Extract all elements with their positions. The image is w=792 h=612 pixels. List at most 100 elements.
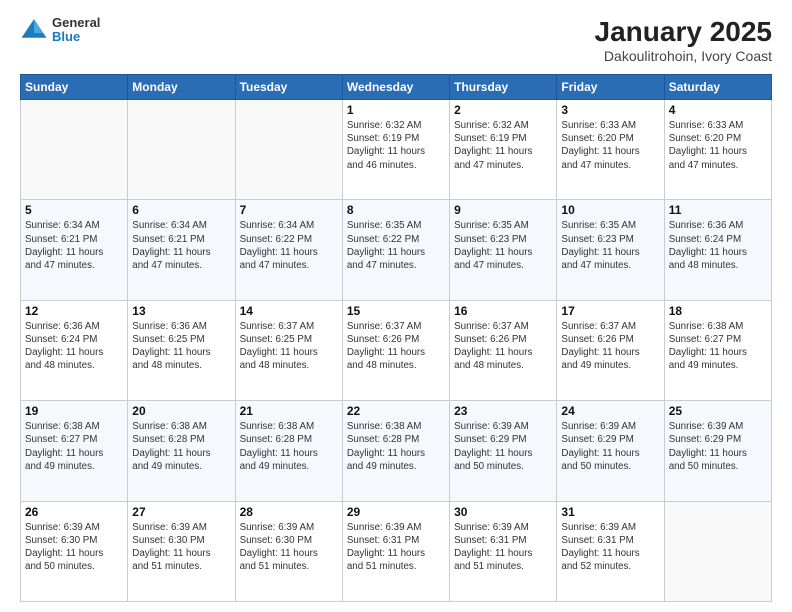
calendar-cell: 10Sunrise: 6:35 AMSunset: 6:23 PMDayligh… (557, 200, 664, 300)
day-number: 12 (25, 304, 123, 318)
calendar-cell (128, 100, 235, 200)
day-number: 10 (561, 203, 659, 217)
day-number: 20 (132, 404, 230, 418)
day-number: 29 (347, 505, 445, 519)
day-number: 17 (561, 304, 659, 318)
day-info: Sunrise: 6:33 AMSunset: 6:20 PMDaylight:… (669, 119, 767, 172)
calendar-week-3: 12 Sunrise: 6:36 AMSunset: 6:24 PMDayligh… (21, 300, 772, 400)
day-info: Sunrise: 6:37 AMSunset: 6:26 PMDaylight:… (347, 320, 445, 373)
calendar-cell (21, 100, 128, 200)
day-info: Sunrise: 6:39 AMSunset: 6:30 PMDaylight:… (25, 521, 123, 574)
weekday-header-monday: Monday (128, 75, 235, 100)
day-number: 2 (454, 103, 552, 117)
day-number: 24 (561, 404, 659, 418)
day-number: 27 (132, 505, 230, 519)
calendar-cell: 29 Sunrise: 6:39 AMSunset: 6:31 PMDayligh… (342, 501, 449, 601)
day-number: 3 (561, 103, 659, 117)
day-info: Sunrise: 6:39 AMSunset: 6:29 PMDaylight:… (669, 420, 767, 473)
calendar-cell: 7Sunrise: 6:34 AMSunset: 6:22 PMDaylight… (235, 200, 342, 300)
day-number: 9 (454, 203, 552, 217)
weekday-header-sunday: Sunday (21, 75, 128, 100)
logo-icon (20, 16, 48, 44)
calendar-cell: 11 Sunrise: 6:36 AMSunset: 6:24 PMDayligh… (664, 200, 771, 300)
day-info: Sunrise: 6:38 AMSunset: 6:27 PMDaylight:… (25, 420, 123, 473)
calendar-cell: 20 Sunrise: 6:38 AMSunset: 6:28 PMDayligh… (128, 401, 235, 501)
calendar-cell: 2 Sunrise: 6:32 AMSunset: 6:19 PMDaylight… (450, 100, 557, 200)
logo-general: General (52, 16, 100, 30)
day-number: 6 (132, 203, 230, 217)
logo-blue: Blue (52, 30, 100, 44)
calendar-cell: 24 Sunrise: 6:39 AMSunset: 6:29 PMDayligh… (557, 401, 664, 501)
day-info: Sunrise: 6:34 AMSunset: 6:21 PMDaylight:… (25, 219, 123, 272)
day-number: 19 (25, 404, 123, 418)
day-number: 13 (132, 304, 230, 318)
calendar-body: 1Sunrise: 6:32 AMSunset: 6:19 PMDaylight… (21, 100, 772, 602)
day-number: 21 (240, 404, 338, 418)
month-title: January 2025 (595, 16, 772, 48)
day-info: Sunrise: 6:38 AMSunset: 6:28 PMDaylight:… (347, 420, 445, 473)
calendar-cell: 31 Sunrise: 6:39 AMSunset: 6:31 PMDayligh… (557, 501, 664, 601)
day-info: Sunrise: 6:32 AMSunset: 6:19 PMDaylight:… (454, 119, 552, 172)
calendar-cell: 30 Sunrise: 6:39 AMSunset: 6:31 PMDayligh… (450, 501, 557, 601)
calendar-cell: 5 Sunrise: 6:34 AMSunset: 6:21 PMDaylight… (21, 200, 128, 300)
day-info: Sunrise: 6:38 AMSunset: 6:28 PMDaylight:… (132, 420, 230, 473)
calendar-cell: 17Sunrise: 6:37 AMSunset: 6:26 PMDayligh… (557, 300, 664, 400)
day-number: 30 (454, 505, 552, 519)
calendar-week-2: 5 Sunrise: 6:34 AMSunset: 6:21 PMDaylight… (21, 200, 772, 300)
day-number: 5 (25, 203, 123, 217)
title-block: January 2025 Dakoulitrohoin, Ivory Coast (595, 16, 772, 64)
calendar-cell: 4 Sunrise: 6:33 AMSunset: 6:20 PMDaylight… (664, 100, 771, 200)
day-info: Sunrise: 6:39 AMSunset: 6:31 PMDaylight:… (454, 521, 552, 574)
calendar-week-1: 1Sunrise: 6:32 AMSunset: 6:19 PMDaylight… (21, 100, 772, 200)
calendar-cell: 23Sunrise: 6:39 AMSunset: 6:29 PMDayligh… (450, 401, 557, 501)
day-info: Sunrise: 6:39 AMSunset: 6:29 PMDaylight:… (454, 420, 552, 473)
day-info: Sunrise: 6:37 AMSunset: 6:25 PMDaylight:… (240, 320, 338, 373)
day-number: 4 (669, 103, 767, 117)
calendar-week-5: 26 Sunrise: 6:39 AMSunset: 6:30 PMDayligh… (21, 501, 772, 601)
page: General Blue January 2025 Dakoulitrohoin… (0, 0, 792, 612)
header: General Blue January 2025 Dakoulitrohoin… (20, 16, 772, 64)
day-info: Sunrise: 6:39 AMSunset: 6:29 PMDaylight:… (561, 420, 659, 473)
weekday-row: SundayMondayTuesdayWednesdayThursdayFrid… (21, 75, 772, 100)
calendar-cell (664, 501, 771, 601)
day-number: 22 (347, 404, 445, 418)
day-info: Sunrise: 6:39 AMSunset: 6:31 PMDaylight:… (561, 521, 659, 574)
calendar-cell: 25Sunrise: 6:39 AMSunset: 6:29 PMDayligh… (664, 401, 771, 501)
day-info: Sunrise: 6:35 AMSunset: 6:22 PMDaylight:… (347, 219, 445, 272)
day-number: 15 (347, 304, 445, 318)
day-number: 31 (561, 505, 659, 519)
day-info: Sunrise: 6:34 AMSunset: 6:21 PMDaylight:… (132, 219, 230, 272)
location-title: Dakoulitrohoin, Ivory Coast (595, 48, 772, 64)
day-number: 18 (669, 304, 767, 318)
calendar-cell: 16Sunrise: 6:37 AMSunset: 6:26 PMDayligh… (450, 300, 557, 400)
day-info: Sunrise: 6:36 AMSunset: 6:25 PMDaylight:… (132, 320, 230, 373)
calendar-cell: 28Sunrise: 6:39 AMSunset: 6:30 PMDayligh… (235, 501, 342, 601)
calendar-cell: 19 Sunrise: 6:38 AMSunset: 6:27 PMDayligh… (21, 401, 128, 501)
calendar-header: SundayMondayTuesdayWednesdayThursdayFrid… (21, 75, 772, 100)
day-info: Sunrise: 6:39 AMSunset: 6:30 PMDaylight:… (240, 521, 338, 574)
day-info: Sunrise: 6:33 AMSunset: 6:20 PMDaylight:… (561, 119, 659, 172)
day-info: Sunrise: 6:36 AMSunset: 6:24 PMDaylight:… (25, 320, 123, 373)
calendar-week-4: 19 Sunrise: 6:38 AMSunset: 6:27 PMDayligh… (21, 401, 772, 501)
logo-text: General Blue (52, 16, 100, 45)
calendar-cell: 26 Sunrise: 6:39 AMSunset: 6:30 PMDayligh… (21, 501, 128, 601)
calendar-cell: 21Sunrise: 6:38 AMSunset: 6:28 PMDayligh… (235, 401, 342, 501)
logo: General Blue (20, 16, 100, 45)
day-info: Sunrise: 6:39 AMSunset: 6:31 PMDaylight:… (347, 521, 445, 574)
calendar: SundayMondayTuesdayWednesdayThursdayFrid… (20, 74, 772, 602)
day-info: Sunrise: 6:36 AMSunset: 6:24 PMDaylight:… (669, 219, 767, 272)
calendar-cell: 3 Sunrise: 6:33 AMSunset: 6:20 PMDaylight… (557, 100, 664, 200)
calendar-cell: 1Sunrise: 6:32 AMSunset: 6:19 PMDaylight… (342, 100, 449, 200)
weekday-header-saturday: Saturday (664, 75, 771, 100)
day-number: 7 (240, 203, 338, 217)
calendar-cell: 12 Sunrise: 6:36 AMSunset: 6:24 PMDayligh… (21, 300, 128, 400)
day-number: 14 (240, 304, 338, 318)
calendar-cell: 6 Sunrise: 6:34 AMSunset: 6:21 PMDaylight… (128, 200, 235, 300)
calendar-cell: 13 Sunrise: 6:36 AMSunset: 6:25 PMDayligh… (128, 300, 235, 400)
day-number: 11 (669, 203, 767, 217)
day-info: Sunrise: 6:32 AMSunset: 6:19 PMDaylight:… (347, 119, 445, 172)
weekday-header-friday: Friday (557, 75, 664, 100)
calendar-cell: 18Sunrise: 6:38 AMSunset: 6:27 PMDayligh… (664, 300, 771, 400)
day-number: 26 (25, 505, 123, 519)
day-info: Sunrise: 6:39 AMSunset: 6:30 PMDaylight:… (132, 521, 230, 574)
